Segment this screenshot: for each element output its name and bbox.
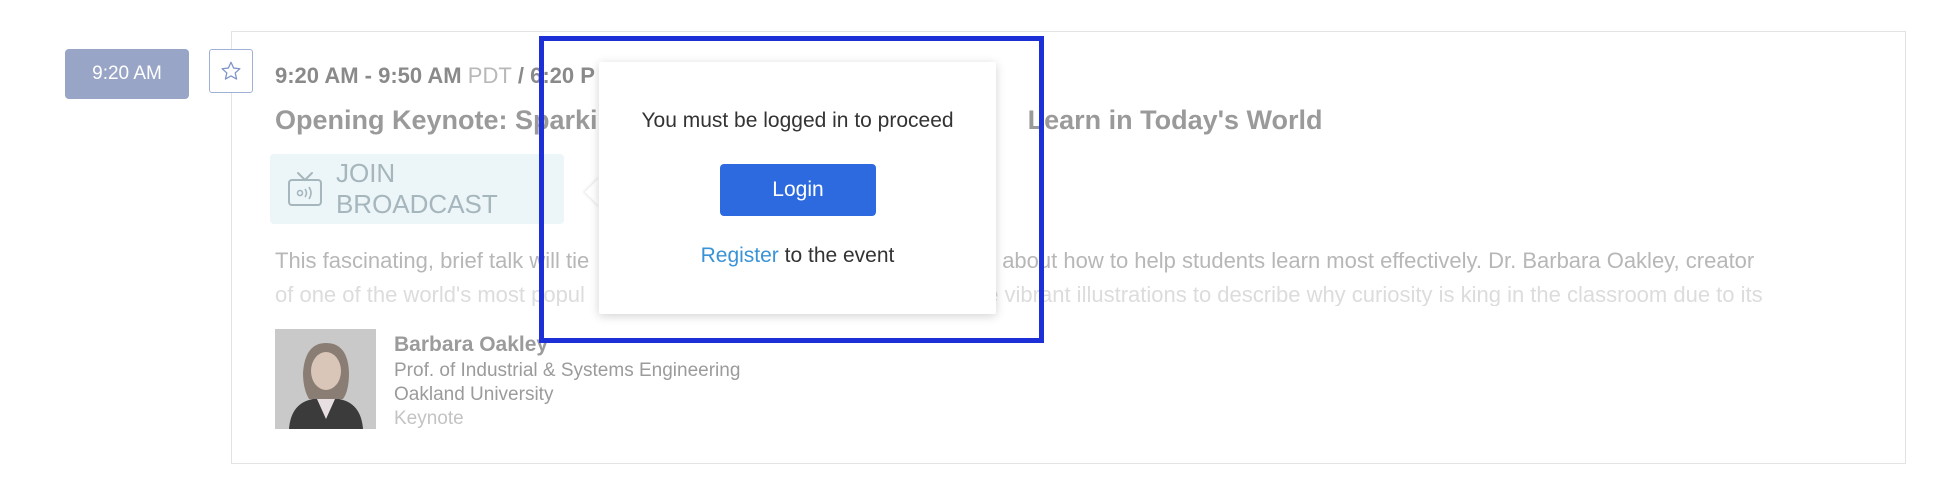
agenda-page: 9:20 AM 9:20 AM - 9:50 AM PDT / 6:20 P O…: [0, 0, 1960, 500]
session-title-start: Opening Keynote: Sparking: [275, 105, 631, 135]
session-description: This fascinating, brief talk will tie sc…: [275, 244, 1875, 306]
login-required-message: You must be logged in to proceed: [641, 109, 954, 132]
description-line-1-end: science about how to help students learn…: [921, 248, 1755, 273]
star-outline-icon: [221, 61, 241, 80]
time-separator: /: [511, 63, 531, 88]
register-link[interactable]: Register: [701, 244, 779, 267]
description-line-2: of one of the world's most popul se vibr…: [275, 278, 1875, 306]
speaker-info: Barbara Oakley Prof. of Industrial & Sys…: [394, 331, 740, 431]
tv-broadcast-icon: [287, 172, 322, 206]
time-secondary: 6:20 P: [530, 63, 595, 88]
description-line-2-end: se vibrant illustrations to describe why…: [975, 282, 1763, 306]
login-required-popover: You must be logged in to proceed Login R…: [599, 62, 996, 314]
speaker-photo-image: [275, 329, 376, 429]
join-broadcast-button[interactable]: JOIN BROADCAST: [270, 154, 564, 224]
session-time: 9:20 AM - 9:50 AM PDT / 6:20 P: [275, 63, 595, 89]
speaker-role: Keynote: [394, 408, 464, 429]
time-badge-label: 9:20 AM: [92, 63, 162, 84]
time-badge: 9:20 AM: [65, 49, 189, 99]
speaker-avatar[interactable]: [275, 329, 376, 429]
time-range: 9:20 AM - 9:50 AM: [275, 63, 462, 88]
description-line-1-start: This fascinating, brief talk will tie: [275, 248, 590, 273]
login-button[interactable]: Login: [720, 164, 876, 216]
description-line-2-start: of one of the world's most popul: [275, 282, 585, 306]
session-title-end: Learn in Today's World: [1027, 105, 1323, 135]
timezone-primary: PDT: [467, 63, 512, 88]
favorite-button[interactable]: [209, 49, 253, 93]
speaker-name[interactable]: Barbara Oakley: [394, 331, 740, 359]
popover-arrow: [585, 177, 600, 207]
register-line: Register to the event: [599, 244, 996, 268]
speaker-title: Prof. of Industrial & Systems Engineerin…: [394, 360, 741, 381]
description-line-1: This fascinating, brief talk will tie sc…: [275, 244, 1875, 278]
speaker-organization: Oakland University: [394, 384, 554, 405]
register-suffix: to the event: [778, 244, 895, 267]
join-broadcast-label: JOIN BROADCAST: [335, 158, 498, 219]
